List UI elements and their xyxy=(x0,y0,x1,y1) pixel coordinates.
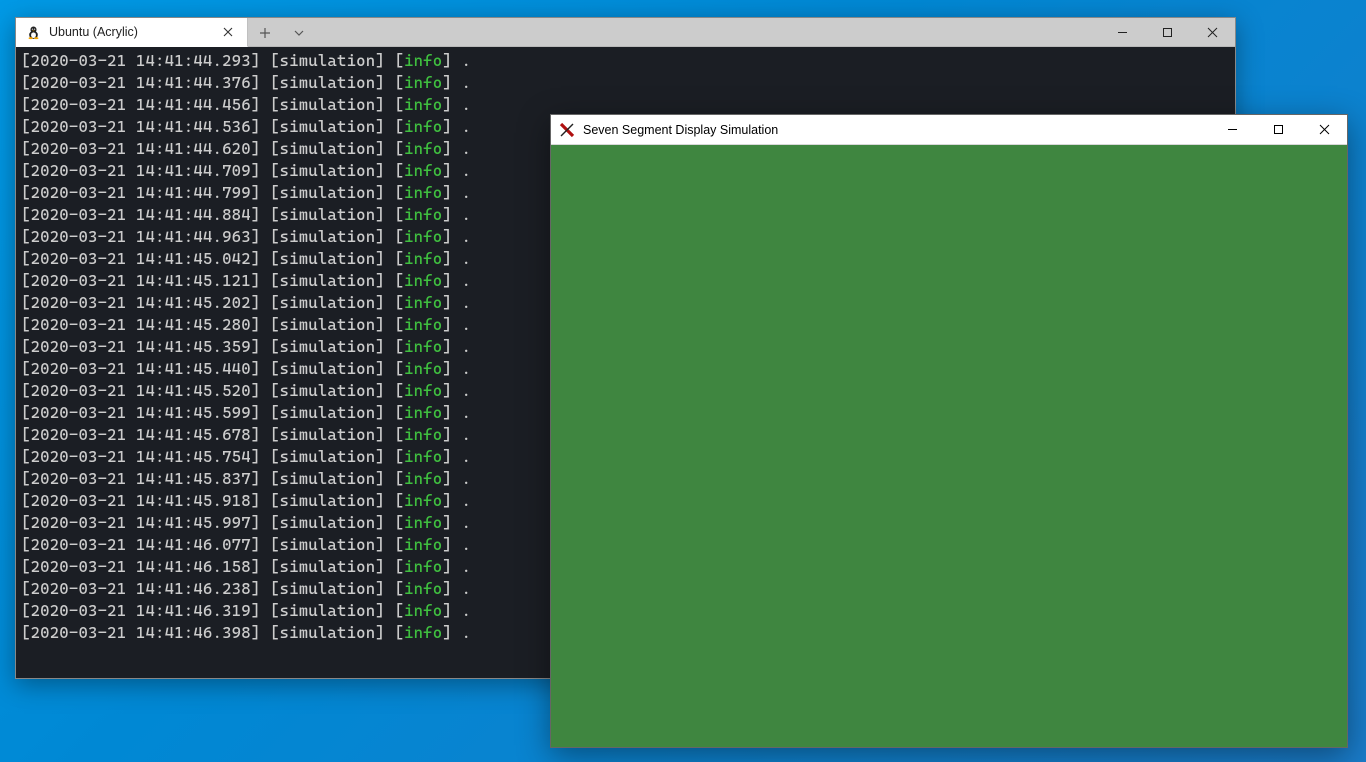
minimize-button[interactable] xyxy=(1100,18,1145,47)
log-line: [2020-03-21 14:41:44.293] [simulation] [… xyxy=(21,50,1230,72)
simulation-titlebar[interactable]: Seven Segment Display Simulation xyxy=(551,115,1347,145)
log-line: [2020-03-21 14:41:44.376] [simulation] [… xyxy=(21,72,1230,94)
maximize-button[interactable] xyxy=(1145,18,1190,47)
sim-close-button[interactable] xyxy=(1301,115,1347,144)
sim-maximize-button[interactable] xyxy=(1255,115,1301,144)
tab-close-button[interactable] xyxy=(219,23,237,41)
titlebar-drag-region[interactable] xyxy=(316,18,1100,46)
new-tab-button[interactable] xyxy=(248,18,282,47)
simulation-canvas[interactable] xyxy=(551,145,1347,747)
tux-icon xyxy=(26,25,41,40)
sim-minimize-button[interactable] xyxy=(1209,115,1255,144)
close-button[interactable] xyxy=(1190,18,1235,47)
tab-dropdown-button[interactable] xyxy=(282,18,316,47)
x11-icon xyxy=(559,122,575,138)
simulation-window: Seven Segment Display Simulation xyxy=(550,114,1348,748)
log-line: [2020-03-21 14:41:44.456] [simulation] [… xyxy=(21,94,1230,116)
terminal-titlebar[interactable]: Ubuntu (Acrylic) xyxy=(16,18,1235,47)
tab-title: Ubuntu (Acrylic) xyxy=(49,25,138,39)
simulation-title: Seven Segment Display Simulation xyxy=(583,123,778,137)
tab-ubuntu[interactable]: Ubuntu (Acrylic) xyxy=(16,18,248,47)
